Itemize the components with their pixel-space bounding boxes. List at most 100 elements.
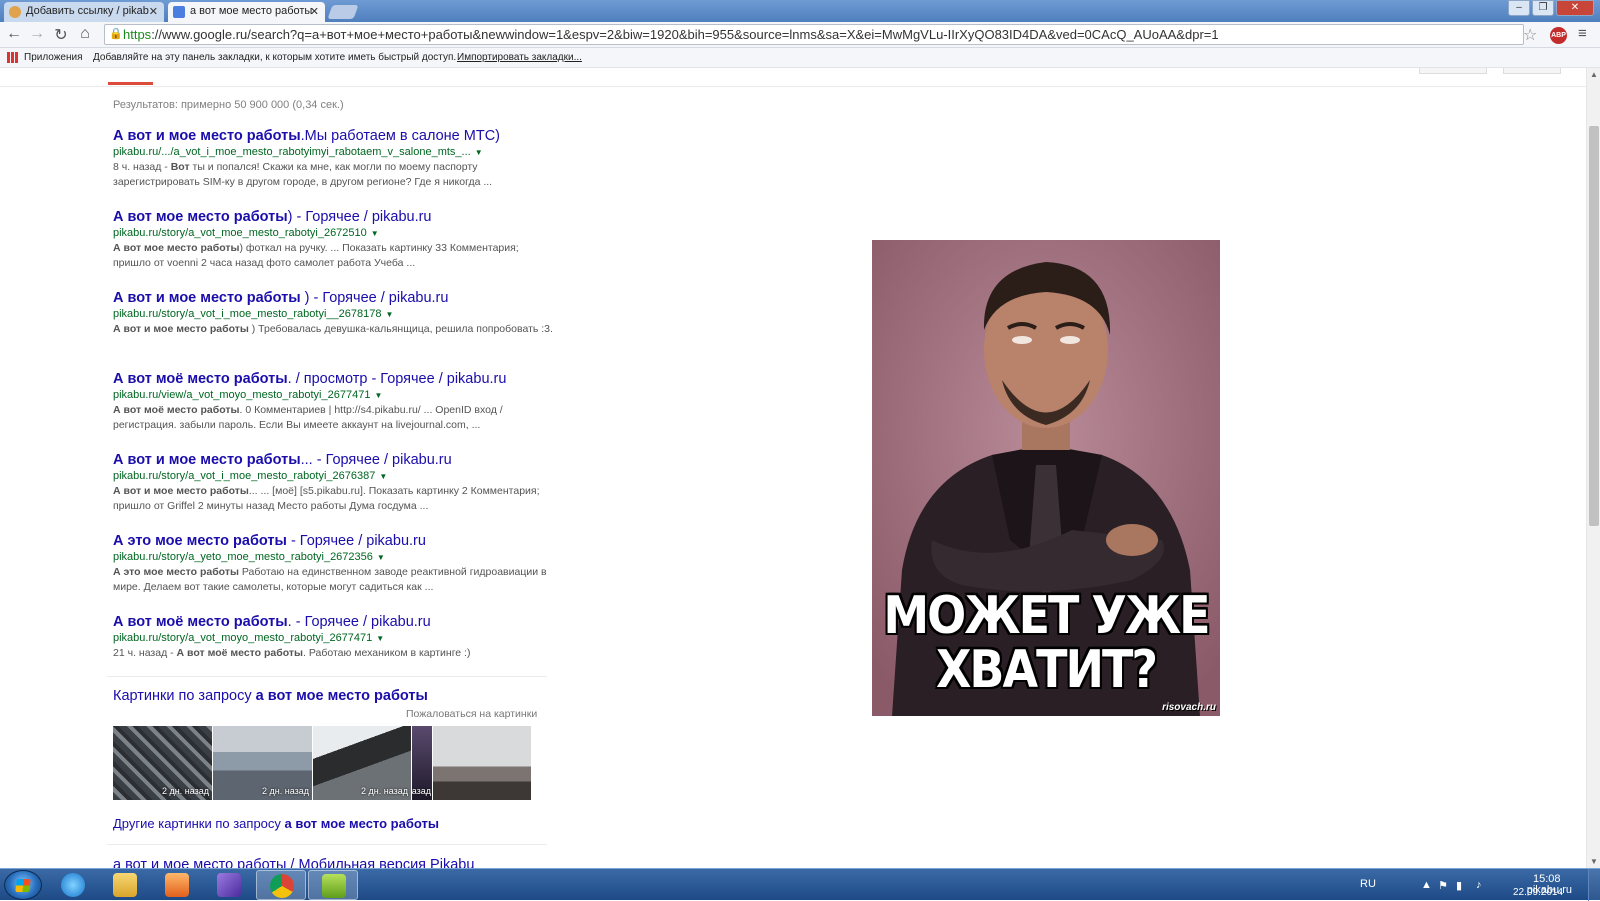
result-snippet: 21 ч. назад - А вот моё место работы. Ра…: [113, 647, 471, 659]
back-icon[interactable]: ←: [5, 25, 23, 43]
site-watermark: pikabu.ru: [1526, 884, 1572, 896]
report-images-link[interactable]: Пожаловаться на картинки: [406, 708, 537, 720]
meme-watermark: risovach.ru: [1162, 702, 1216, 713]
address-bar[interactable]: 🔒 https://www.google.ru/search?q=а+вот+мо…: [104, 24, 1524, 45]
header-divider: [0, 86, 1586, 87]
result-snippet: А вот и мое место работы... ... [моё] [s…: [113, 485, 540, 512]
menu-icon[interactable]: ≡: [1578, 25, 1587, 42]
home-icon[interactable]: ⌂: [76, 25, 94, 43]
tray-expand-icon[interactable]: ▲: [1421, 879, 1432, 891]
url-dropdown-icon[interactable]: ▼: [475, 148, 483, 157]
search-result: А вот моё место работы. / просмотр - Гор…: [113, 370, 553, 433]
restore-icon[interactable]: ❐: [1532, 0, 1554, 16]
url-dropdown-icon[interactable]: ▼: [371, 229, 379, 238]
result-title-link[interactable]: А вот мое место работы) - Горячее / pika…: [113, 208, 553, 226]
browser-tab-strip: Добавить ссылку / pikab ✕ а вот мое мест…: [0, 0, 1600, 22]
tab-label: а вот мое место работы: [190, 5, 313, 17]
url-scheme: https: [123, 27, 152, 42]
taskbar-media-player[interactable]: [152, 870, 202, 900]
settings-button[interactable]: [1503, 68, 1561, 74]
url-dropdown-icon[interactable]: ▼: [377, 553, 385, 562]
apps-link[interactable]: Приложения: [24, 52, 83, 63]
taskbar-explorer[interactable]: [100, 870, 150, 900]
result-url: pikabu.ru/story/a_yeto_moe_mesto_rabotyi…: [113, 551, 385, 563]
lock-icon: 🔒: [109, 28, 123, 40]
image-thumbnail[interactable]: 2 дн. назад: [313, 726, 411, 800]
view-toggle-button[interactable]: [1419, 68, 1487, 74]
taskbar-ie[interactable]: [48, 870, 98, 900]
reload-icon[interactable]: ↻: [52, 25, 70, 45]
chrome-icon: [270, 874, 294, 898]
show-desktop-button[interactable]: [1588, 869, 1600, 901]
result-url: pikabu.ru/story/a_vot_i_moe_mesto_raboty…: [113, 470, 388, 482]
wifi-app-icon: [322, 874, 346, 898]
result-title-link[interactable]: а вот и мое место работы / Мобильная вер…: [113, 857, 474, 868]
url-dropdown-icon[interactable]: ▼: [376, 634, 384, 643]
section-divider: [107, 844, 547, 845]
result-title-link[interactable]: А вот и мое место работы... - Горячее / …: [113, 451, 553, 469]
start-button[interactable]: [4, 870, 42, 900]
windows-logo-icon: [15, 879, 31, 892]
taskbar-chrome[interactable]: [256, 870, 306, 900]
meme-caption-line-2: ХВАТИТ?: [935, 638, 1158, 700]
minimize-icon[interactable]: –: [1508, 0, 1530, 16]
result-stats: Результатов: примерно 50 900 000 (0,34 с…: [113, 99, 344, 111]
result-title-link[interactable]: А вот и мое место работы.Мы работаем в с…: [113, 127, 553, 145]
scroll-down-icon[interactable]: ▼: [1590, 857, 1598, 866]
active-tab-indicator: [108, 82, 153, 85]
result-url: pikabu.ru/.../a_vot_i_moe_mesto_rabotyim…: [113, 146, 483, 158]
close-tab-icon[interactable]: ✕: [149, 5, 158, 18]
result-title-link[interactable]: А вот моё место работы. - Горячее / pika…: [113, 613, 553, 631]
scroll-thumb[interactable]: [1589, 126, 1599, 526]
image-thumbnail[interactable]: 5 ч. назад: [412, 726, 432, 800]
language-indicator[interactable]: RU: [1360, 878, 1376, 890]
import-bookmarks-link[interactable]: Импортировать закладки...: [457, 52, 582, 63]
result-title-link[interactable]: А вот и мое место работы ) - Горячее / p…: [113, 289, 553, 307]
result-snippet: А вот мое место работы) фоткал на ручку.…: [113, 242, 519, 269]
adblock-icon[interactable]: ABP: [1550, 27, 1567, 44]
thumbnail-age: 2 дн. назад: [162, 786, 209, 796]
result-title-link[interactable]: А вот моё место работы. / просмотр - Гор…: [113, 370, 553, 388]
section-divider: [107, 676, 547, 677]
taskbar-network-app[interactable]: [308, 870, 358, 900]
more-images-link[interactable]: Другие картинки по запросу а вот мое мес…: [113, 816, 439, 831]
thumbnail-age: 5 ч. назад: [412, 786, 431, 796]
action-center-flag-icon[interactable]: ⚑: [1438, 879, 1448, 892]
close-window-icon[interactable]: ✕: [1556, 0, 1594, 16]
forward-icon[interactable]: →: [28, 25, 46, 43]
tab-google-search[interactable]: а вот мое место работы ✕: [168, 2, 325, 22]
result-title-link[interactable]: А это мое место работы - Горячее / pikab…: [113, 532, 553, 550]
thumbnail-age: 2 дн. назад: [262, 786, 309, 796]
taskbar-visual-studio[interactable]: [204, 870, 254, 900]
url-dropdown-icon[interactable]: ▼: [385, 310, 393, 319]
search-result: А вот и мое место работы... - Горячее / …: [113, 451, 553, 514]
visual-studio-icon: [217, 873, 241, 897]
search-results-page: Результатов: примерно 50 900 000 (0,34 с…: [0, 68, 1600, 868]
volume-icon[interactable]: ♪: [1476, 879, 1482, 891]
apps-grid-icon[interactable]: [7, 52, 18, 63]
image-thumbnail[interactable]: [433, 726, 531, 800]
page-scrollbar[interactable]: ▲ ▼: [1586, 68, 1600, 868]
bookmark-star-icon[interactable]: ☆: [1523, 25, 1537, 45]
result-snippet: А вот моё место работы. 0 Комментариев |…: [113, 404, 503, 431]
result-url: pikabu.ru/story/a_vot_moyo_mesto_rabotyi…: [113, 632, 385, 644]
image-thumbnail[interactable]: 2 дн. назад: [113, 726, 212, 800]
thumbnail-age: 2 дн. назад: [361, 786, 408, 796]
image-results-heading-link[interactable]: Картинки по запросу а вот мое место рабо…: [113, 688, 428, 704]
network-signal-icon[interactable]: ▮: [1456, 879, 1462, 892]
url-dropdown-icon[interactable]: ▼: [374, 391, 382, 400]
search-result: А вот моё место работы. - Горячее / pika…: [113, 613, 553, 661]
new-tab-button[interactable]: [327, 5, 359, 19]
search-result: А это мое место работы - Горячее / pikab…: [113, 532, 553, 595]
result-url: pikabu.ru/story/a_vot_i_moe_mesto_raboty…: [113, 308, 394, 320]
window-controls: – ❐ ✕: [1508, 0, 1594, 16]
close-tab-icon[interactable]: ✕: [310, 5, 319, 18]
meme-caption-line-1: МОЖЕТ УЖЕ: [883, 584, 1210, 646]
result-url: pikabu.ru/story/a_vot_moe_mesto_rabotyi_…: [113, 227, 379, 239]
url-dropdown-icon[interactable]: ▼: [379, 472, 387, 481]
scroll-up-icon[interactable]: ▲: [1590, 70, 1598, 79]
image-thumbnail[interactable]: 2 дн. назад: [213, 726, 312, 800]
tab-add-link[interactable]: Добавить ссылку / pikab ✕: [4, 2, 164, 22]
search-result: А вот и мое место работы ) - Горячее / p…: [113, 289, 553, 337]
result-snippet: 8 ч. назад - Вот ты и попался! Скажи ка …: [113, 161, 493, 188]
